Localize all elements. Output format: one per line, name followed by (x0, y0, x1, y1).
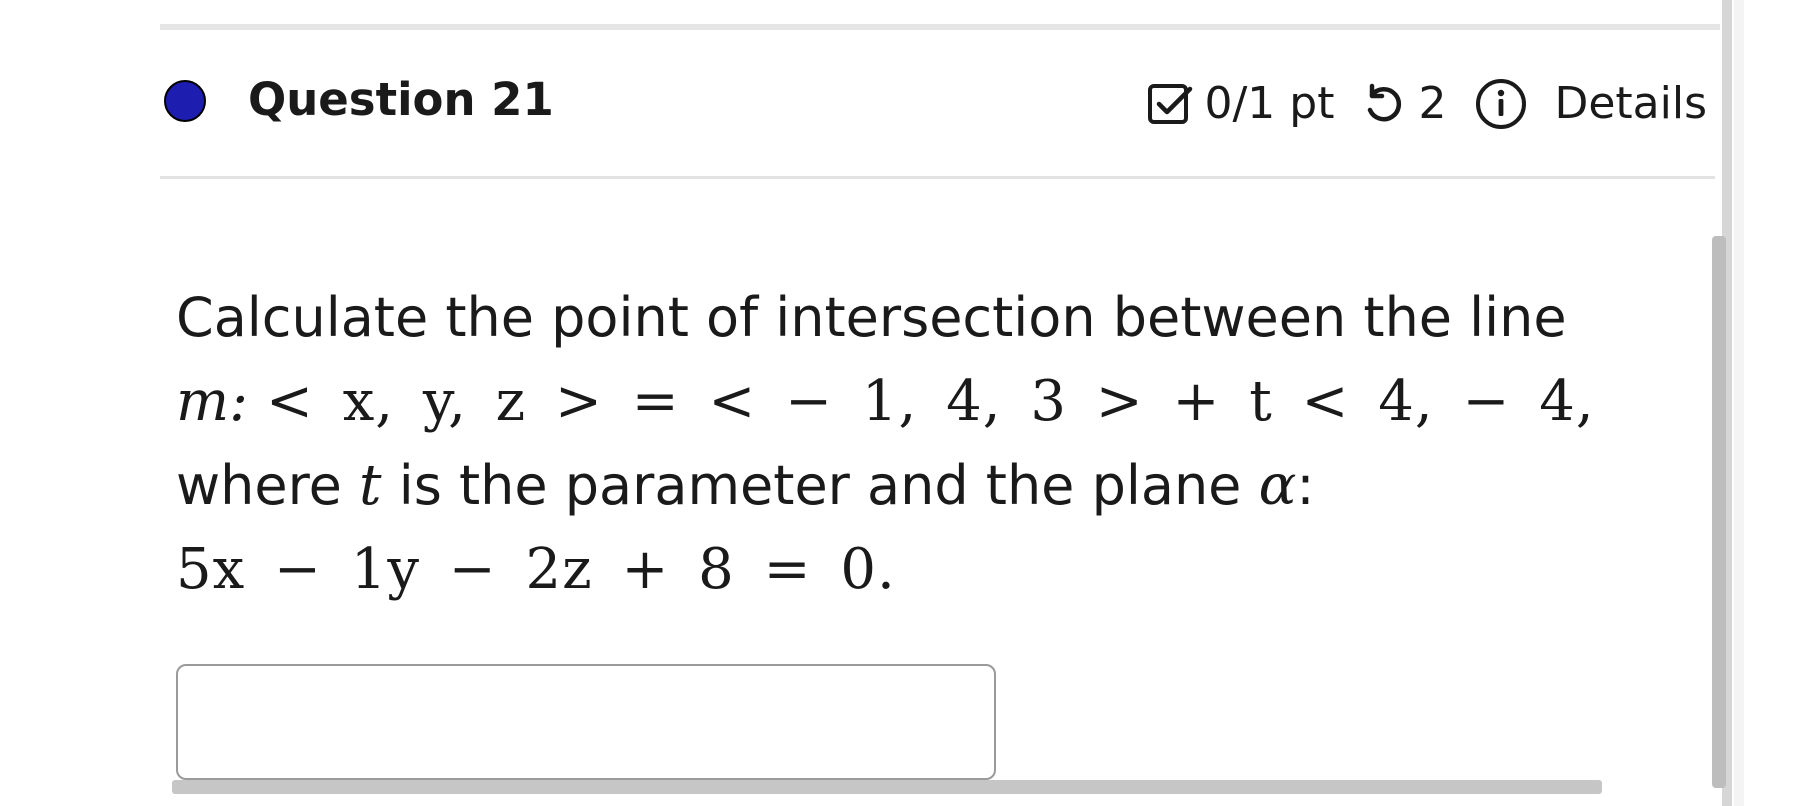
line-equation: m: < x, y, z > = < − 1, 4, 3 > + t < 4, −… (176, 360, 1731, 444)
question-body: Calculate the point of intersection betw… (176, 276, 1731, 612)
parameter-variable: t (359, 453, 382, 518)
plane-name: α (1258, 453, 1297, 518)
info-icon[interactable] (1474, 77, 1528, 131)
parameter-text-prefix: where (176, 454, 360, 517)
details-link[interactable]: Details (1554, 76, 1707, 132)
question-status-dot (164, 80, 206, 122)
top-divider (160, 24, 1720, 30)
header-divider (160, 176, 1715, 179)
retry-icon (1360, 80, 1408, 128)
line-vector-equation: < x, y, z > = < − 1, 4, 3 > + t < 4, − 4… (265, 369, 1595, 434)
line-name: m: (176, 369, 248, 434)
question-text-line: Calculate the point of intersection betw… (176, 286, 1567, 349)
plane-colon: : (1296, 454, 1315, 517)
checkbox-icon (1146, 80, 1194, 128)
horizontal-scrollbar[interactable] (172, 780, 1602, 794)
attempts-count: 2 (1418, 78, 1447, 129)
plane-equation-text: 5x − 1y − 2z + 8 = 0. (176, 537, 896, 602)
question-title: Question 21 (248, 73, 554, 126)
score-text: 0/1 pt (1204, 78, 1335, 129)
scrollbar-track[interactable] (1734, 0, 1744, 806)
parameter-description: where t is the parameter and the plane α… (176, 444, 1731, 528)
plane-equation: 5x − 1y − 2z + 8 = 0. (176, 528, 1731, 612)
question-meta: 0/1 pt 2 Details (1146, 76, 1707, 132)
answer-input[interactable] (176, 664, 996, 780)
question-header: Question 21 0/1 pt 2 Details (160, 50, 1715, 174)
parameter-text-middle: is the parameter and the plane (381, 454, 1259, 517)
